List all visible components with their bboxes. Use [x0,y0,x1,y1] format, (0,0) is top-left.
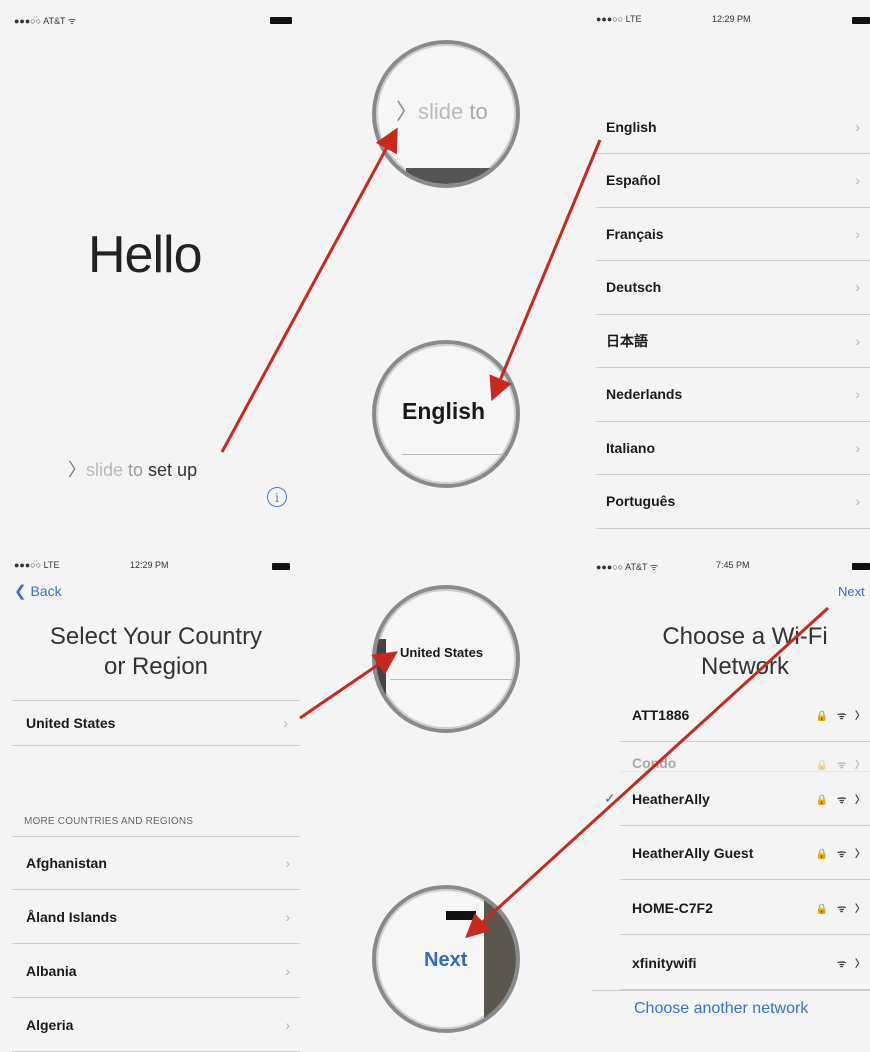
arrow-english [489,139,602,402]
arrow-country [299,651,398,720]
arrow-next [465,606,830,939]
arrow-slide [220,127,398,453]
annotation-arrows [220,127,830,939]
